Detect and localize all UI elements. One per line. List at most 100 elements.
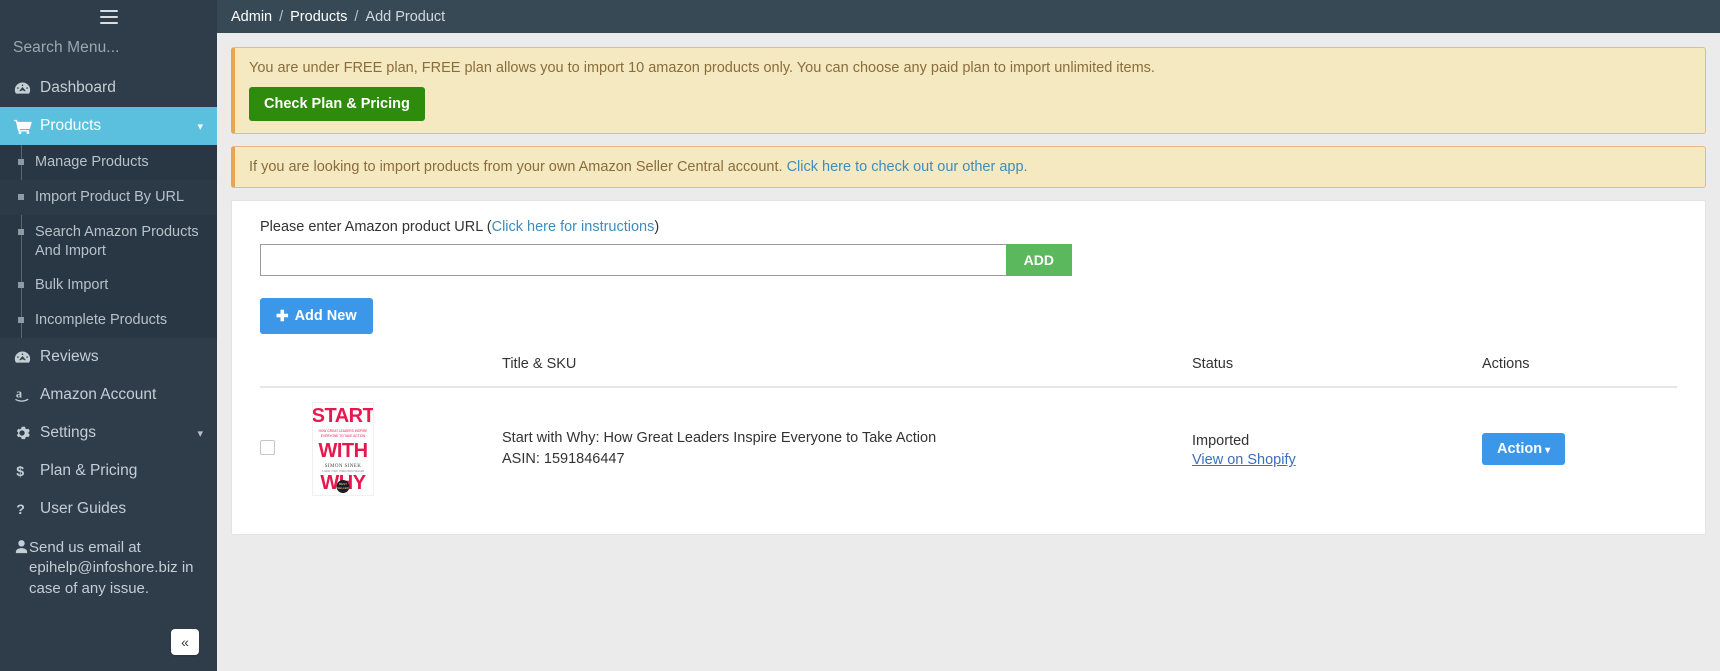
sidebar-item-settings[interactable]: Settings ▾ bbox=[0, 414, 217, 452]
url-input-group: ADD bbox=[260, 244, 1072, 276]
instructions-link[interactable]: Click here for instructions bbox=[492, 219, 655, 235]
products-table-head: Title & SKU Status Actions bbox=[260, 356, 1677, 387]
products-table: Title & SKU Status Actions bbox=[260, 356, 1677, 510]
header-image bbox=[312, 356, 502, 387]
bullet-icon bbox=[18, 229, 24, 235]
row-checkbox-cell bbox=[260, 387, 312, 510]
view-on-shopify-link[interactable]: View on Shopify bbox=[1192, 452, 1482, 468]
product-status: Imported bbox=[1192, 430, 1482, 452]
bullet-icon bbox=[18, 194, 24, 200]
table-row: START HOW GREAT LEADERS INSPIRE EVERYONE… bbox=[260, 387, 1677, 510]
cover-badge: BEST SELLER bbox=[337, 480, 350, 493]
product-title: Start with Why: How Great Leaders Inspir… bbox=[502, 428, 1192, 449]
url-field-label: Please enter Amazon product URL (Click h… bbox=[260, 219, 1677, 235]
sidebar-subitem-label: Import Product By URL bbox=[35, 188, 184, 207]
chevron-down-icon: ▾ bbox=[197, 120, 203, 133]
table-header-row: Title & SKU Status Actions bbox=[260, 356, 1677, 387]
sidebar-item-reviews[interactable]: Reviews bbox=[0, 338, 217, 376]
svg-text:$: $ bbox=[16, 464, 24, 480]
user-icon bbox=[14, 539, 29, 554]
seller-central-alert-text: If you are looking to import products fr… bbox=[249, 159, 783, 175]
products-submenu: Manage Products Import Product By URL Se… bbox=[0, 145, 217, 338]
free-plan-alert: You are under FREE plan, FREE plan allow… bbox=[231, 47, 1706, 134]
sidebar-item-plan-pricing[interactable]: $ Plan & Pricing bbox=[0, 452, 217, 490]
sidebar-item-label: Amazon Account bbox=[40, 386, 156, 404]
sidebar-item-label: Plan & Pricing bbox=[40, 462, 137, 480]
breadcrumb-current: Add Product bbox=[365, 9, 445, 25]
sidebar-subitem-incomplete-products[interactable]: Incomplete Products bbox=[0, 303, 217, 338]
cover-line1: START bbox=[312, 406, 374, 427]
url-label-text: Please enter Amazon product URL ( bbox=[260, 219, 492, 235]
question-icon: ? bbox=[14, 501, 40, 518]
add-url-button[interactable]: ADD bbox=[1006, 244, 1072, 276]
sidebar-item-label: User Guides bbox=[40, 500, 126, 518]
product-thumbnail: START HOW GREAT LEADERS INSPIRE EVERYONE… bbox=[312, 402, 374, 496]
row-select-checkbox[interactable] bbox=[260, 440, 275, 455]
seller-central-alert: If you are looking to import products fr… bbox=[231, 146, 1706, 188]
sidebar-subitem-label: Incomplete Products bbox=[35, 311, 167, 330]
url-label-close: ) bbox=[654, 219, 659, 235]
breadcrumb-admin[interactable]: Admin bbox=[231, 9, 272, 25]
sidebar-subitem-bulk-import[interactable]: Bulk Import bbox=[0, 268, 217, 303]
breadcrumb-separator: / bbox=[279, 9, 283, 25]
cover-subtitle: HOW GREAT LEADERS INSPIRE EVERYONE TO TA… bbox=[313, 429, 373, 439]
row-image-cell: START HOW GREAT LEADERS INSPIRE EVERYONE… bbox=[312, 387, 502, 510]
caret-down-icon: ▾ bbox=[1545, 445, 1550, 456]
sidebar-contact-text: Send us email at epihelp@infoshore.biz i… bbox=[29, 538, 203, 599]
breadcrumb-products[interactable]: Products bbox=[290, 9, 347, 25]
main-area: Admin / Products / Add Product You are u… bbox=[217, 0, 1720, 671]
header-title-sku: Title & SKU bbox=[502, 356, 1192, 387]
hamburger-row bbox=[0, 0, 217, 33]
sidebar-item-products[interactable]: Products ▾ bbox=[0, 107, 217, 145]
svg-text:?: ? bbox=[16, 502, 25, 518]
free-plan-alert-text: You are under FREE plan, FREE plan allow… bbox=[249, 60, 1691, 76]
sidebar-contact-info: Send us email at epihelp@infoshore.biz i… bbox=[0, 528, 217, 609]
chevron-down-icon: ▾ bbox=[197, 427, 203, 440]
check-plan-pricing-button[interactable]: Check Plan & Pricing bbox=[249, 87, 425, 121]
bullet-icon bbox=[18, 317, 24, 323]
action-dropdown-button[interactable]: Action▾ bbox=[1482, 433, 1565, 465]
svg-text:a: a bbox=[16, 387, 23, 401]
dashboard-icon bbox=[14, 81, 40, 96]
bullet-icon bbox=[18, 282, 24, 288]
sidebar-collapse-button[interactable]: « bbox=[171, 629, 199, 655]
product-asin: ASIN: 1591846447 bbox=[502, 449, 1192, 470]
header-status: Status bbox=[1192, 356, 1482, 387]
add-new-button[interactable]: ✚ Add New bbox=[260, 298, 373, 334]
sidebar-subitem-label: Manage Products bbox=[35, 153, 149, 172]
sidebar-item-user-guides[interactable]: ? User Guides bbox=[0, 490, 217, 528]
header-checkbox bbox=[260, 356, 312, 387]
other-app-link[interactable]: Click here to check out our other app. bbox=[787, 159, 1028, 175]
sidebar-item-label: Dashboard bbox=[40, 79, 116, 97]
hamburger-menu-icon[interactable] bbox=[100, 10, 118, 24]
sidebar-item-label: Products bbox=[40, 117, 101, 135]
bullet-icon bbox=[18, 159, 24, 165]
header-actions: Actions bbox=[1482, 356, 1677, 387]
sidebar-subitem-label: Search Amazon Products And Import bbox=[35, 223, 203, 261]
sidebar-item-dashboard[interactable]: Dashboard bbox=[0, 69, 217, 107]
topbar: Admin / Products / Add Product bbox=[217, 0, 1720, 33]
app-root: Search Menu... Dashboard Products ▾ Mana… bbox=[0, 0, 1720, 671]
sidebar-item-amazon-account[interactable]: a Amazon Account bbox=[0, 376, 217, 414]
gear-icon bbox=[14, 425, 40, 441]
row-title-cell: Start with Why: How Great Leaders Inspir… bbox=[502, 387, 1192, 510]
dollar-icon: $ bbox=[14, 463, 40, 480]
sidebar-item-label: Reviews bbox=[40, 348, 99, 366]
sidebar-item-label: Settings bbox=[40, 424, 96, 442]
action-label: Action bbox=[1497, 441, 1542, 457]
search-menu-input[interactable]: Search Menu... bbox=[0, 33, 217, 69]
cart-icon bbox=[14, 119, 40, 134]
content-area: You are under FREE plan, FREE plan allow… bbox=[217, 33, 1720, 535]
plus-icon: ✚ bbox=[276, 307, 289, 325]
add-new-label: Add New bbox=[295, 308, 357, 324]
amazon-url-input[interactable] bbox=[260, 244, 1006, 276]
cover-line2: WITH bbox=[318, 441, 367, 462]
sidebar-subitem-label: Bulk Import bbox=[35, 276, 108, 295]
sidebar-subitem-manage-products[interactable]: Manage Products bbox=[0, 145, 217, 180]
add-product-panel: Please enter Amazon product URL (Click h… bbox=[231, 200, 1706, 535]
products-table-body: START HOW GREAT LEADERS INSPIRE EVERYONE… bbox=[260, 387, 1677, 510]
sidebar-subitem-search-amazon-products-and-import[interactable]: Search Amazon Products And Import bbox=[0, 215, 217, 269]
row-status-cell: Imported View on Shopify bbox=[1192, 387, 1482, 510]
sidebar-subitem-import-product-by-url[interactable]: Import Product By URL bbox=[0, 180, 217, 215]
sidebar: Search Menu... Dashboard Products ▾ Mana… bbox=[0, 0, 217, 671]
